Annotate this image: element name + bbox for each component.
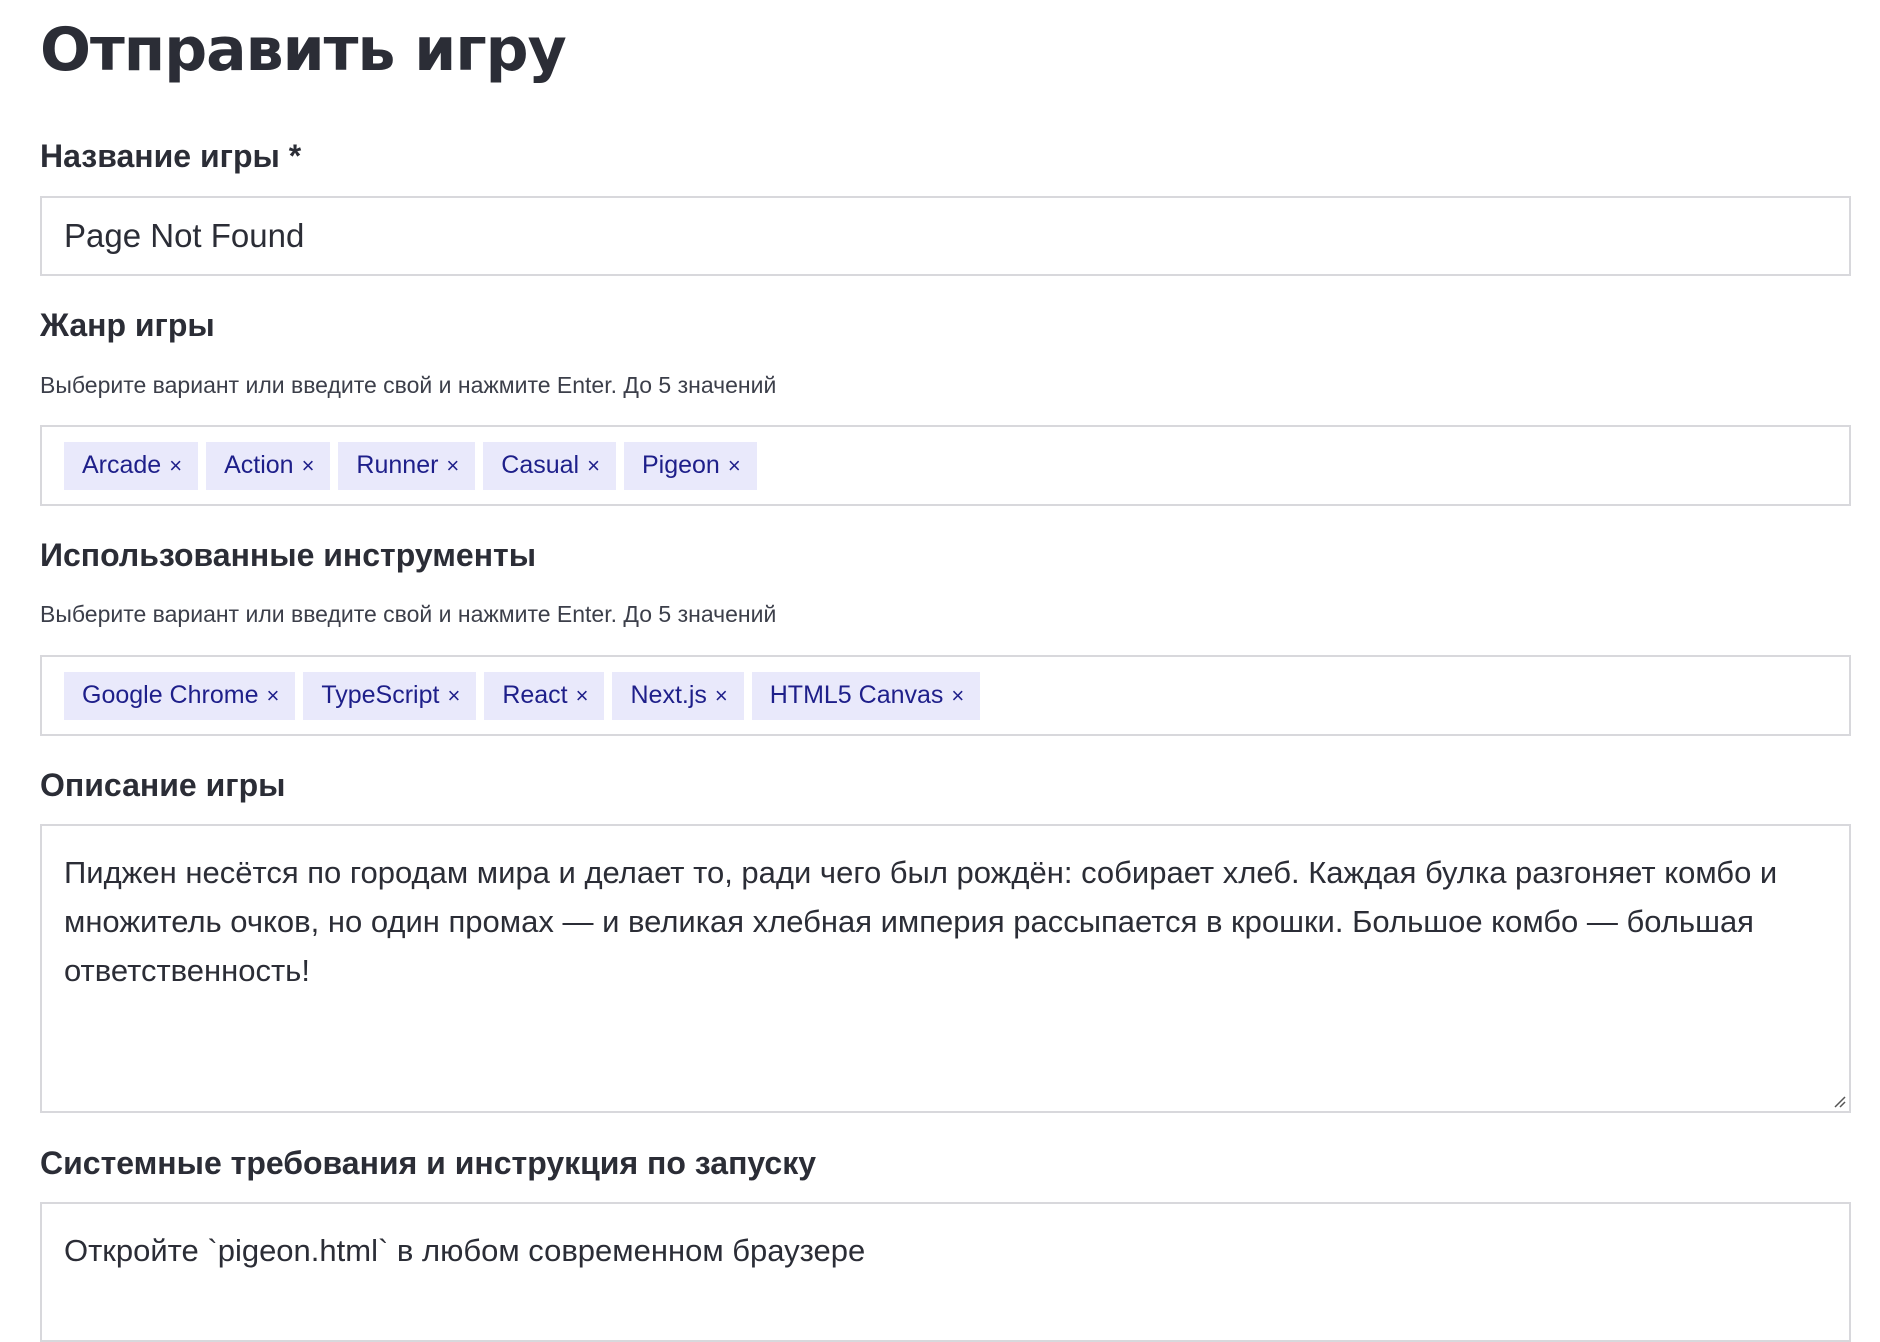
tools-label: Использованные инструменты [40, 537, 537, 573]
tag-chip: React × [484, 671, 605, 720]
tag-chip: Google Chrome × [64, 671, 296, 720]
resize-grip-icon[interactable] [1832, 1094, 1846, 1108]
description-field-wrapper: Пиджен несётся по городам мира и делает … [40, 824, 1851, 1113]
game-name-field-wrapper [40, 196, 1851, 276]
tag-label: Next.js [630, 681, 707, 709]
genre-hint: Выберите вариант или введите свой и нажм… [40, 372, 777, 398]
tag-label: React [502, 681, 568, 709]
requirements-field-wrapper: Откройте `pigeon.html` в любом современн… [40, 1202, 1851, 1342]
tools-tag-list: Google Chrome × TypeScript × React × Next.js × H… [42, 657, 1849, 734]
tag-chip: Runner × [338, 441, 476, 490]
tag-label: HTML5 Canvas [769, 681, 944, 709]
tag-label: Casual [501, 451, 580, 479]
tag-chip: Next.js × [612, 671, 744, 720]
genre-tag-input[interactable]: Arcade × Action × Runner × Casual × Pigeon × [40, 425, 1851, 506]
tag-remove-icon[interactable]: × [587, 453, 600, 479]
tag-remove-icon[interactable]: × [951, 683, 964, 709]
requirements-label: Системные требования и инструкция по зап… [40, 1145, 817, 1181]
tag-remove-icon[interactable]: × [266, 683, 279, 709]
tag-chip: Action × [206, 441, 331, 490]
tools-hint: Выберите вариант или введите свой и нажм… [40, 601, 777, 627]
description-textarea[interactable]: Пиджен несётся по городам мира и делает … [42, 826, 1849, 1111]
tag-chip: Arcade × [64, 441, 199, 490]
description-label: Описание игры [40, 767, 286, 803]
tools-tag-input[interactable]: Google Chrome × TypeScript × React × Next.js × H… [40, 655, 1851, 736]
genre-label: Жанр игры [40, 307, 215, 343]
tag-remove-icon[interactable]: × [169, 453, 182, 479]
tag-label: TypeScript [321, 681, 440, 709]
tag-chip: HTML5 Canvas × [751, 671, 981, 720]
tag-remove-icon[interactable]: × [715, 683, 728, 709]
tag-remove-icon[interactable]: × [576, 683, 589, 709]
tag-remove-icon[interactable]: × [728, 453, 741, 479]
tag-remove-icon[interactable]: × [447, 683, 460, 709]
page-title: Отправить игру [40, 15, 567, 85]
game-name-input[interactable] [42, 198, 1849, 274]
genre-tag-list: Arcade × Action × Runner × Casual × Pigeon × [42, 427, 1849, 504]
tag-remove-icon[interactable]: × [446, 453, 459, 479]
tag-label: Runner [356, 451, 439, 479]
tag-chip: TypeScript × [303, 671, 477, 720]
submit-game-page: Отправить игру Название игры * Жанр игры… [0, 0, 1880, 1342]
tag-chip: Pigeon × [623, 441, 757, 490]
tag-remove-icon[interactable]: × [302, 453, 315, 479]
tag-label: Arcade [82, 451, 162, 479]
game-name-label: Название игры * [40, 138, 302, 174]
tag-label: Google Chrome [82, 681, 259, 709]
requirements-textarea[interactable]: Откройте `pigeon.html` в любом современн… [42, 1204, 1849, 1340]
tag-label: Action [224, 451, 294, 479]
tag-label: Pigeon [641, 451, 720, 479]
tag-chip: Casual × [483, 441, 616, 490]
